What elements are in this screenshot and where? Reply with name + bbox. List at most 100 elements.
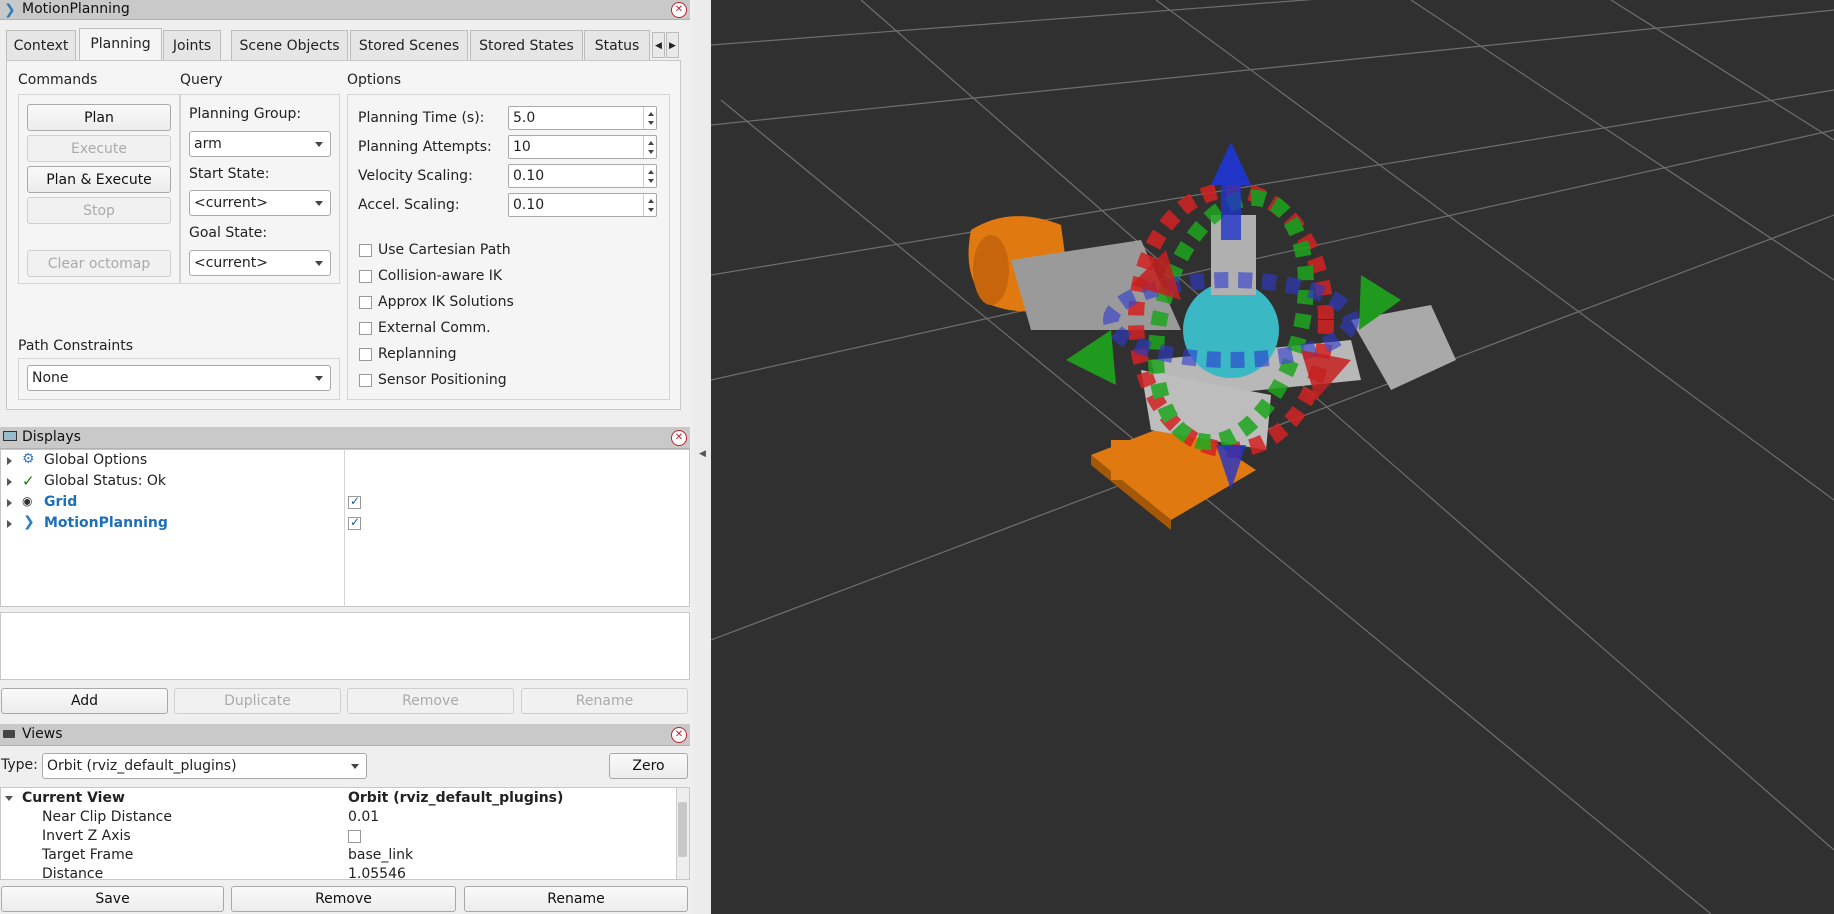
tab-context[interactable]: Context xyxy=(6,30,76,60)
grid-icon: ◉ xyxy=(22,494,33,508)
tab-status[interactable]: Status xyxy=(584,30,650,60)
accel-scaling-label: Accel. Scaling: xyxy=(358,197,460,213)
sensor-positioning-label: Sensor Positioning xyxy=(378,372,507,388)
motion-planning-icon: ❯ xyxy=(4,2,16,18)
use-cartesian-path-label: Use Cartesian Path xyxy=(378,242,511,258)
tab-stored-states[interactable]: Stored States xyxy=(470,30,583,60)
collision-aware-ik-label: Collision-aware IK xyxy=(378,268,503,284)
collision-aware-ik-checkbox[interactable] xyxy=(359,270,372,283)
near-clip-distance-value[interactable]: 0.01 xyxy=(348,809,379,825)
check-icon: ✓ xyxy=(22,472,35,490)
velocity-scaling-spinbox[interactable]: 0.10 xyxy=(508,164,657,188)
3d-viewport[interactable] xyxy=(711,0,1834,914)
planning-group-select[interactable]: arm xyxy=(189,131,331,157)
display-item-global-options[interactable]: Global Options xyxy=(44,452,147,468)
goal-state-value: <current> xyxy=(194,255,268,271)
sensor-positioning-checkbox[interactable] xyxy=(359,374,372,387)
velocity-scaling-label: Velocity Scaling: xyxy=(358,168,473,184)
remove-display-button[interactable]: Remove xyxy=(347,688,514,714)
plan-and-execute-button[interactable]: Plan & Execute xyxy=(27,166,171,193)
approx-ik-solutions-checkbox[interactable] xyxy=(359,296,372,309)
expand-arrow-icon[interactable] xyxy=(7,478,12,486)
displays-tree-divider xyxy=(344,449,345,607)
planning-time-label: Planning Time (s): xyxy=(358,110,485,126)
expand-arrow-icon[interactable] xyxy=(7,457,12,465)
tab-stored-scenes[interactable]: Stored Scenes xyxy=(350,30,468,60)
rename-view-button[interactable]: Rename xyxy=(464,886,688,912)
close-icon[interactable]: ✕ xyxy=(671,430,687,446)
display-item-global-status[interactable]: Global Status: Ok xyxy=(44,473,166,489)
current-view-label: Current View xyxy=(22,790,125,806)
close-icon[interactable]: ✕ xyxy=(671,2,687,18)
replanning-label: Replanning xyxy=(378,346,457,362)
start-state-select[interactable]: <current> xyxy=(189,190,331,216)
path-constraints-select[interactable]: None xyxy=(27,365,331,391)
add-display-button[interactable]: Add xyxy=(1,688,168,714)
chevron-down-icon xyxy=(351,764,359,769)
view-type-label: Type: xyxy=(1,757,38,773)
plan-button[interactable]: Plan xyxy=(27,104,171,131)
chevron-down-icon xyxy=(315,201,323,206)
tab-joints[interactable]: Joints xyxy=(163,30,221,60)
expand-arrow-icon[interactable] xyxy=(7,499,12,507)
execute-button[interactable]: Execute xyxy=(27,135,171,162)
collapse-arrow-icon[interactable] xyxy=(5,796,13,801)
target-frame-value[interactable]: base_link xyxy=(348,847,413,863)
grid-enabled-checkbox[interactable] xyxy=(348,494,361,509)
query-header: Query xyxy=(180,72,223,88)
motion-planning-icon: ❯ xyxy=(23,514,35,530)
target-frame-label: Target Frame xyxy=(42,847,134,863)
tab-scene-objects[interactable]: Scene Objects xyxy=(231,30,348,60)
goal-state-label: Goal State: xyxy=(189,225,268,241)
invert-z-axis-checkbox[interactable] xyxy=(348,830,361,843)
external-comm-checkbox[interactable] xyxy=(359,322,372,335)
close-icon[interactable]: ✕ xyxy=(671,727,687,743)
motion-planning-title: MotionPlanning xyxy=(22,1,130,17)
remove-view-button[interactable]: Remove xyxy=(231,886,456,912)
display-item-grid[interactable]: Grid xyxy=(44,494,77,510)
display-description-box xyxy=(0,612,690,680)
display-item-motion-planning[interactable]: MotionPlanning xyxy=(44,515,168,531)
view-type-select[interactable]: Orbit (rviz_default_plugins) xyxy=(42,753,367,779)
displays-titlebar: Displays ✕ xyxy=(0,427,690,449)
external-comm-label: External Comm. xyxy=(378,320,491,336)
planning-attempts-spinbox[interactable]: 10 xyxy=(508,135,657,159)
planning-group-label: Planning Group: xyxy=(189,106,302,122)
clear-octomap-button[interactable]: Clear octomap xyxy=(27,250,171,277)
use-cartesian-path-checkbox[interactable] xyxy=(359,244,372,257)
stop-button[interactable]: Stop xyxy=(27,197,171,224)
chevron-down-icon xyxy=(315,376,323,381)
goal-state-select[interactable]: <current> xyxy=(189,250,331,276)
distance-value[interactable]: 1.05546 xyxy=(348,866,406,879)
tab-scroll-left-icon[interactable]: ◀ xyxy=(652,32,665,58)
planning-time-value: 5.0 xyxy=(513,110,536,126)
velocity-scaling-value: 0.10 xyxy=(513,168,545,184)
commands-header: Commands xyxy=(18,72,98,88)
tab-planning[interactable]: Planning xyxy=(79,28,162,61)
current-view-value: Orbit (rviz_default_plugins) xyxy=(348,790,564,806)
path-constraints-value: None xyxy=(32,370,69,386)
motion-planning-enabled-checkbox[interactable] xyxy=(348,515,361,530)
chevron-down-icon xyxy=(315,142,323,147)
viewport-scene xyxy=(711,0,1834,914)
save-view-button[interactable]: Save xyxy=(1,886,224,912)
rename-display-button[interactable]: Rename xyxy=(521,688,688,714)
view-type-value: Orbit (rviz_default_plugins) xyxy=(47,758,237,774)
expand-arrow-icon[interactable] xyxy=(7,520,12,528)
monitor-icon xyxy=(3,431,17,441)
zero-button[interactable]: Zero xyxy=(609,753,688,779)
near-clip-distance-label: Near Clip Distance xyxy=(42,809,172,825)
robot-model xyxy=(968,215,1456,530)
collapse-dock-icon[interactable]: ◀ xyxy=(699,449,706,459)
replanning-checkbox[interactable] xyxy=(359,348,372,361)
views-titlebar: Views ✕ xyxy=(0,724,690,746)
planning-time-spinbox[interactable]: 5.0 xyxy=(508,106,657,130)
distance-label: Distance xyxy=(42,866,104,879)
scrollbar-thumb[interactable] xyxy=(678,802,687,857)
options-header: Options xyxy=(347,72,402,88)
duplicate-display-button[interactable]: Duplicate xyxy=(174,688,341,714)
approx-ik-solutions-label: Approx IK Solutions xyxy=(378,294,514,310)
accel-scaling-value: 0.10 xyxy=(513,197,545,213)
accel-scaling-spinbox[interactable]: 0.10 xyxy=(508,193,657,217)
tab-scroll-right-icon[interactable]: ▶ xyxy=(666,32,679,58)
